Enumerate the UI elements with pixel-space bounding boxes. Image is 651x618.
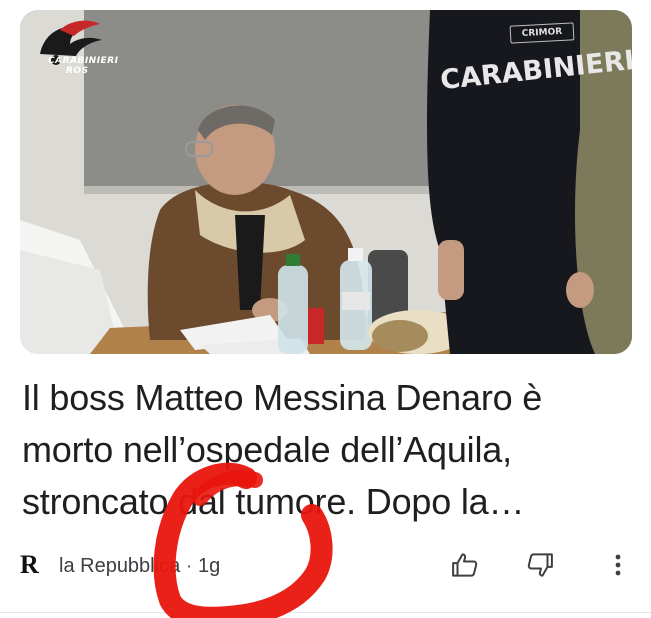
- article-footer: R la Repubblica · 1g: [20, 548, 632, 584]
- publisher-meta[interactable]: la Repubblica · 1g: [59, 554, 220, 578]
- more-vert-icon: [615, 554, 621, 576]
- like-button[interactable]: [448, 548, 482, 582]
- dislike-button[interactable]: [523, 548, 557, 582]
- card-divider: [0, 612, 651, 613]
- publisher-logo[interactable]: R: [20, 550, 39, 580]
- more-options-button[interactable]: [601, 548, 635, 582]
- logo-line2: ROS: [66, 66, 89, 76]
- article-headline[interactable]: Il boss Matteo Messina Denaro è morto ne…: [22, 372, 632, 528]
- publisher-name[interactable]: la Repubblica: [59, 555, 180, 577]
- news-card[interactable]: CARABINIERI ROS CRIMOR CARABINIERI Il bo…: [0, 0, 651, 618]
- uniform-patch: CRIMOR: [509, 22, 575, 44]
- article-age: 1g: [198, 555, 221, 577]
- article-image[interactable]: CARABINIERI ROS CRIMOR CARABINIERI: [20, 10, 632, 354]
- thumb-down-icon: [527, 553, 553, 577]
- thumb-up-icon: [452, 553, 478, 577]
- logo-caption: CARABINIERI ROS: [48, 56, 118, 76]
- meta-separator: ·: [185, 555, 193, 577]
- logo-line1: CARABINIERI: [48, 56, 119, 66]
